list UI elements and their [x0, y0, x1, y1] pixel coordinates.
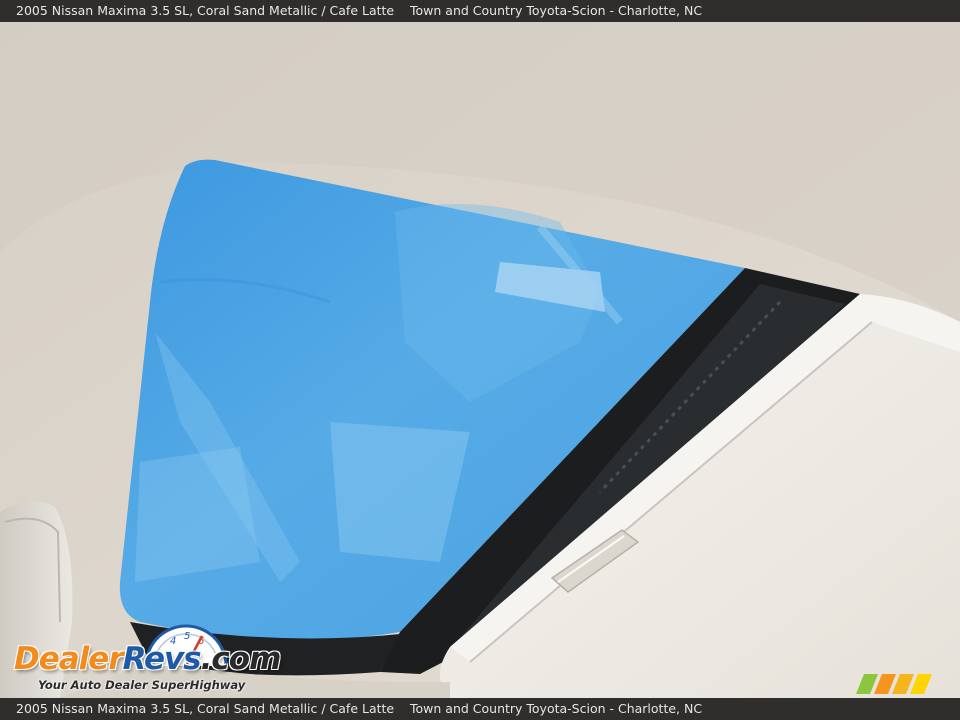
vehicle-caption: 2005 Nissan Maxima 3.5 SL, Coral Sand Me…	[16, 3, 395, 18]
logo-tagline: Your Auto Dealer SuperHighway	[38, 678, 246, 692]
bottom-caption-bar: 2005 Nissan Maxima 3.5 SL, Coral Sand Me…	[0, 698, 960, 720]
dealer-caption: Town and Country Toyota-Scion - Charlott…	[410, 3, 703, 18]
vehicle-photo	[0, 22, 960, 698]
dealer-caption-bottom: Town and Country Toyota-Scion - Charlott…	[410, 701, 703, 716]
logo-word-dealer: Dealer	[14, 641, 124, 677]
vehicle-caption-bottom: 2005 Nissan Maxima 3.5 SL, Coral Sand Me…	[16, 701, 395, 716]
logo-word-revs: Revs	[122, 641, 202, 677]
top-caption-bar: 2005 Nissan Maxima 3.5 SL, Coral Sand Me…	[0, 0, 960, 22]
dealerrevs-logo: 4 5 6 DealerRevs.com Your Auto Dealer Su…	[12, 622, 281, 694]
logo-word-dotcom: .com	[200, 641, 282, 677]
logo-wordmark: DealerRevs.com	[14, 641, 282, 677]
stripes-logo-icon	[856, 674, 932, 694]
